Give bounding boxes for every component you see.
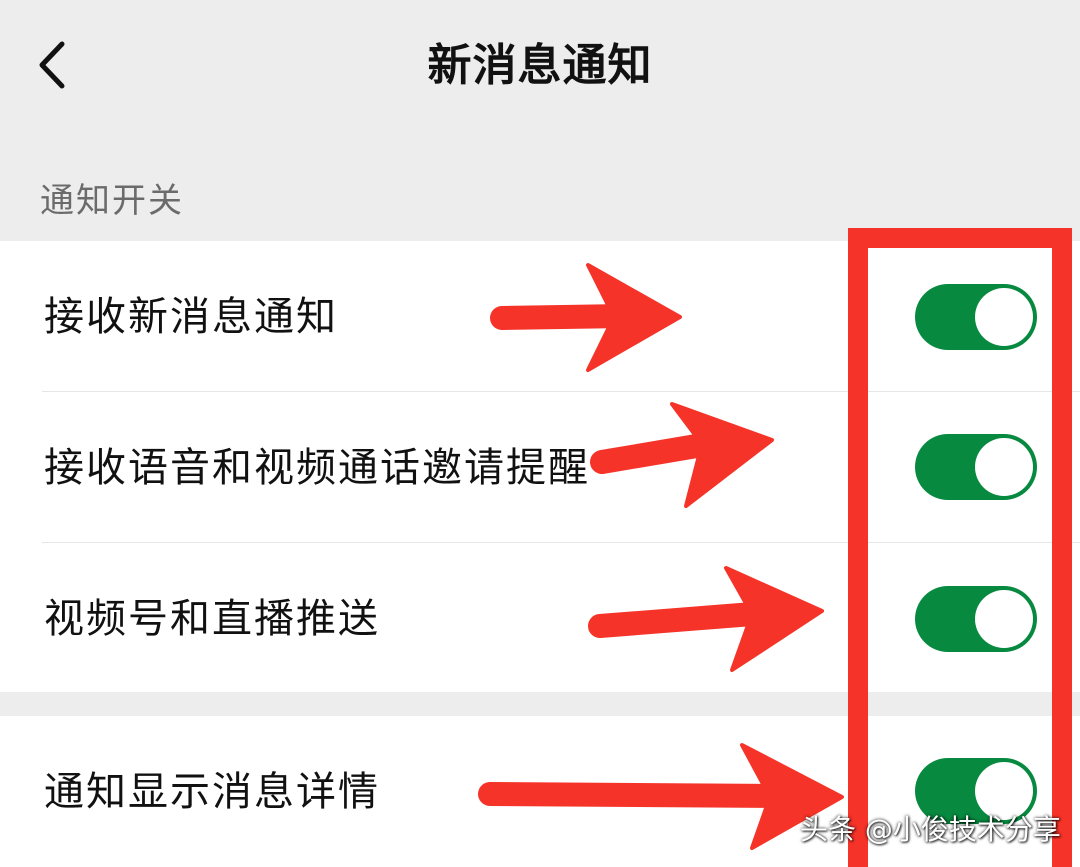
- toggle-knob: [975, 288, 1033, 346]
- channels-live-toggle[interactable]: [915, 586, 1037, 652]
- setting-label: 视频号和直播推送: [44, 596, 380, 642]
- section-label: 通知开关: [40, 181, 184, 221]
- page-title: 新消息通知: [427, 40, 653, 91]
- watermark: 头条 @小俊技术分享: [800, 813, 1061, 846]
- settings-group-notifications: 接收新消息通知 接收语音和视频通话邀请提醒 视频号和直播推送: [0, 241, 1080, 692]
- toggle-knob: [975, 438, 1033, 496]
- setting-label: 接收语音和视频通话邀请提醒: [44, 445, 590, 491]
- setting-row-call-invite[interactable]: 接收语音和视频通话邀请提醒: [0, 392, 1080, 542]
- setting-row-new-message[interactable]: 接收新消息通知: [0, 241, 1080, 391]
- setting-label: 接收新消息通知: [44, 294, 338, 340]
- new-message-toggle[interactable]: [915, 284, 1037, 350]
- setting-label: 通知显示消息详情: [44, 769, 380, 815]
- call-invite-toggle[interactable]: [915, 434, 1037, 500]
- nav-bar: 新消息通知: [0, 0, 1080, 140]
- toggle-knob: [975, 590, 1033, 648]
- setting-row-channels-live[interactable]: 视频号和直播推送: [0, 543, 1080, 693]
